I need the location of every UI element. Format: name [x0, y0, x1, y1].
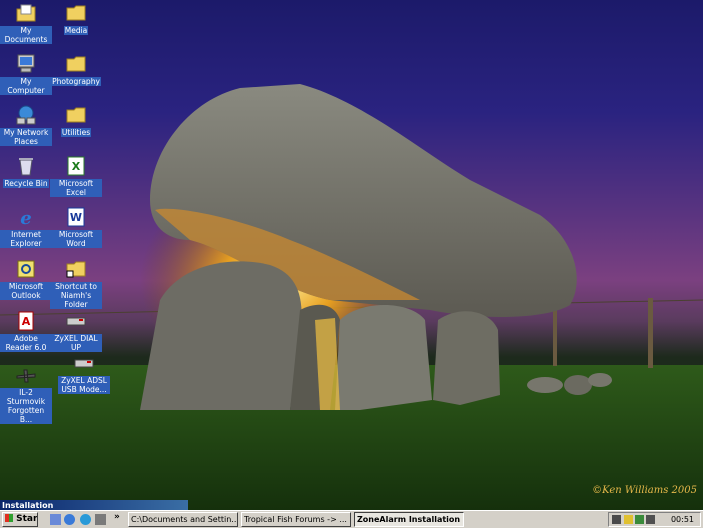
desktop-icon-recycle-bin[interactable]: Recycle Bin: [0, 155, 52, 188]
desktop-icon-label: ZyXEL DIAL UP: [50, 334, 102, 352]
wallpaper-image: [0, 84, 703, 510]
desktop-icon-label: Adobe Reader 6.0: [0, 334, 52, 352]
quick-launch-icon[interactable]: [95, 514, 106, 525]
desktop-icon-microsoft-outlook[interactable]: Microsoft Outlook: [0, 258, 52, 300]
desktop-icon-zyxel-dial-up[interactable]: ZyXEL DIAL UP: [50, 310, 102, 352]
my-computer-icon: [17, 54, 35, 73]
desktop-icon-media[interactable]: Media: [50, 2, 102, 35]
task-label: C:\Documents and Settin...: [131, 515, 238, 524]
desktop-icon-label: Internet Explorer: [0, 230, 52, 248]
desktop-icon-label: My Documents: [0, 26, 52, 44]
start-label: Start: [16, 514, 38, 524]
desktop-icon-photography[interactable]: Photography: [50, 53, 102, 86]
internet-explorer-icon[interactable]: [64, 514, 75, 525]
desktop-icon-label: Microsoft Excel: [50, 179, 102, 197]
wallpaper-credit: ©Ken Williams 2005: [592, 485, 697, 496]
desktop-icon-label: IL-2 Sturmovik Forgotten B...: [0, 388, 52, 424]
svg-text:A: A: [22, 315, 31, 328]
desktop-icon-il2-sturmovik[interactable]: IL-2 Sturmovik Forgotten B...: [0, 364, 52, 424]
desktop-icon-label: Microsoft Outlook: [0, 282, 52, 300]
desktop-icon-microsoft-word[interactable]: W Microsoft Word: [50, 206, 102, 248]
taskbar-task-documents[interactable]: C:\Documents and Settin...: [128, 512, 238, 527]
my-documents-icon: [16, 4, 36, 22]
svg-text:e: e: [20, 208, 31, 228]
modem-icon: [74, 359, 94, 368]
modem-icon: [66, 317, 86, 326]
desktop-icon-niamh-folder[interactable]: Shortcut to Niamh's Folder: [50, 258, 102, 309]
taskbar: Start » C:\Documents and Settin... Tropi…: [0, 510, 703, 528]
desktop-icon-label: My Computer: [0, 77, 52, 95]
show-desktop-icon[interactable]: [50, 514, 61, 525]
desktop-icon-label: Shortcut to Niamh's Folder: [50, 282, 102, 309]
system-tray: 00:51: [608, 512, 701, 527]
outlook-icon: [17, 260, 35, 278]
overflow-chevron-icon[interactable]: »: [114, 512, 120, 522]
desktop-icon-label: Recycle Bin: [3, 179, 49, 188]
desktop-icon-internet-explorer[interactable]: e Internet Explorer: [0, 206, 52, 248]
desktop-icon-microsoft-excel[interactable]: X Microsoft Excel: [50, 155, 102, 197]
word-icon: W: [67, 207, 85, 227]
desktop-icon-label: ZyXEL ADSL USB Mode...: [58, 376, 110, 394]
taskbar-task-zonealarm[interactable]: ZoneAlarm Installation: [354, 512, 464, 527]
network-icon: [16, 105, 36, 125]
desktop-icon-zyxel-adsl[interactable]: ZyXEL ADSL USB Mode...: [58, 352, 110, 394]
desktop-icon-my-documents[interactable]: My Documents: [0, 2, 52, 44]
desktop-icon-adobe-reader[interactable]: A Adobe Reader 6.0: [0, 310, 52, 352]
folder-icon: [66, 56, 86, 72]
folder-icon: [66, 107, 86, 123]
folder-shortcut-icon: [66, 261, 86, 278]
taskbar-task-tropical-fish[interactable]: Tropical Fish Forums -> ...: [241, 512, 351, 527]
desktop-icon-label: Photography: [51, 77, 101, 86]
desktop-icon-my-computer[interactable]: My Computer: [0, 53, 52, 95]
clock[interactable]: 00:51: [671, 514, 694, 526]
svg-text:W: W: [70, 211, 82, 224]
svg-text:X: X: [72, 160, 81, 173]
game-icon: [16, 369, 36, 383]
windows-logo-icon: [5, 514, 13, 522]
internet-explorer-icon: e: [20, 208, 31, 228]
desktop-icon-label: My Network Places: [0, 128, 52, 146]
start-button[interactable]: Start: [2, 512, 38, 527]
tray-app-icon[interactable]: [635, 515, 644, 524]
desktop-icon-utilities[interactable]: Utilities: [50, 104, 102, 137]
task-label: ZoneAlarm Installation: [357, 515, 461, 524]
desktop-icon-label: Media: [63, 26, 89, 35]
task-label: Tropical Fish Forums -> ...: [244, 515, 347, 524]
recycle-bin-icon: [19, 158, 33, 176]
network-status-icon[interactable]: [612, 515, 621, 524]
desktop: My Documents Media My Computer Photograp…: [0, 0, 703, 510]
browser-icon[interactable]: [80, 514, 91, 525]
desktop-icon-label: Utilities: [60, 128, 92, 137]
folder-icon: [66, 5, 86, 21]
zonealarm-icon[interactable]: [624, 515, 633, 524]
excel-icon: X: [67, 156, 85, 176]
adobe-reader-icon: A: [18, 311, 34, 331]
desktop-icon-my-network-places[interactable]: My Network Places: [0, 104, 52, 146]
tray-monitor-icon[interactable]: [646, 515, 655, 524]
desktop-icon-label: Microsoft Word: [50, 230, 102, 248]
